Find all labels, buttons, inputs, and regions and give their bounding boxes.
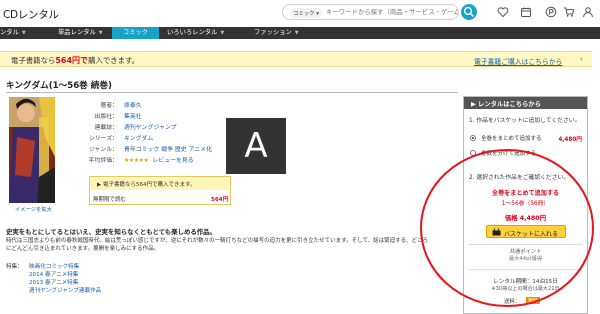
step2-label: 2. 選択された作品をご確認ください。 <box>469 175 570 181</box>
ebook-notice-price: 564円で <box>55 56 89 65</box>
category-nav: ンタル ▼ 単品レンタル ▼ コミック いろいろレンタル ▼ ファッション ▼ <box>0 27 600 39</box>
rental-period-note: ※30冊以上の場合は最大21日 <box>491 286 560 292</box>
user-icon[interactable] <box>582 6 594 18</box>
option-all-volumes-price: 4,480円 <box>558 137 582 143</box>
search-icon <box>463 6 474 17</box>
publisher-label: 出版社： <box>94 114 118 120</box>
genre-links[interactable]: 青年コミック 戦争 歴史 アニメ化 <box>124 144 212 153</box>
selected-price: 価格 4,480円 <box>504 215 546 222</box>
description-headline: 史実をもとにしてるとはいえ、史実を知らなくともとても楽しめる作品。 <box>6 228 216 236</box>
ebook-unlimited-label[interactable]: 無期限で読む <box>93 195 126 203</box>
magazine-link[interactable]: 週刊ヤングジャンプ <box>124 122 177 131</box>
series-link[interactable]: キングダム <box>124 133 153 142</box>
selected-option: 全巻をまとめて追加する <box>491 190 560 197</box>
letter-a: A <box>244 126 268 166</box>
step1-label: 1. 作品をバスケットに追加してください。 <box>469 118 581 124</box>
feature-link[interactable]: 映画化コミック特集 <box>29 262 79 270</box>
ebook-purchase-link[interactable]: 電子書籍ご購入はこちらから <box>474 56 562 66</box>
panel-divider <box>469 244 582 245</box>
heart-icon[interactable] <box>497 6 509 18</box>
option-all-volumes[interactable]: 全巻をまとめて追加する 4,480円 <box>470 132 582 145</box>
selected-volumes: 1〜56巻（56冊） <box>501 201 550 207</box>
rental-panel: ▶ レンタルはこちらから 1. 作品をバスケットに追加してください。 全巻をまと… <box>463 96 588 314</box>
description-line: 時代は三国志よりも前の春秋戦国時代。絵は荒っぽい感じですが、逆にそれが数々の一騎… <box>6 238 429 244</box>
arrow-right-icon[interactable]: › <box>580 55 583 63</box>
ebook-box-header: ▶ 電子書籍なら564円で購入できます。 <box>90 177 230 190</box>
genre-label: ジャンル： <box>88 147 118 153</box>
author-label: 著者： <box>100 103 118 109</box>
product-title: キングダム(1〜56巻 続巻) <box>6 81 112 91</box>
rating-stars: ★★★★★ <box>124 157 149 164</box>
nav-item-comic[interactable]: コミック <box>112 27 159 39</box>
panel-divider <box>469 269 582 270</box>
rating-value: ★★★★★ レビューを見る <box>124 155 194 164</box>
description-line: にどんどん引き込まれていきます。展開を楽しみにする作品。 <box>6 246 160 252</box>
site-header: CDレンタル コミック ▾ <box>0 0 600 27</box>
shipping-label: 送料： <box>504 299 521 305</box>
magazine-label: 連載誌： <box>94 125 118 131</box>
option-split-volumes[interactable]: 巻数を分けて追加する <box>470 147 582 160</box>
option-split-volumes-label: 巻数を分けて追加する <box>481 151 537 157</box>
ebook-box: ▶ 電子書籍なら564円で購入できます。 無期限で読む 564円 <box>89 176 231 205</box>
ebook-notice-bar: 電子書籍なら564円で購入できます。 電子書籍ご購入はこちらから › <box>0 51 592 67</box>
points-value: 最大44pt獲得 <box>508 256 543 262</box>
enlarge-image-link[interactable]: イメージを拡大 <box>15 205 52 213</box>
add-to-basket-button[interactable]: バスケットに入れる <box>486 225 566 238</box>
shipping-free-badge: 無料 <box>526 297 540 304</box>
nav-item-rental[interactable]: ンタル ▼ <box>0 27 48 39</box>
point-icon[interactable] <box>545 6 557 18</box>
search-category-select[interactable]: コミック ▾ <box>290 8 322 18</box>
search-input[interactable] <box>326 5 458 19</box>
radio-all-volumes[interactable] <box>470 135 476 141</box>
feature-link[interactable]: 週刊ヤングジャンプ連載作品 <box>29 286 101 294</box>
search-button[interactable] <box>461 4 477 20</box>
site-logo[interactable]: CDレンタル <box>3 7 59 22</box>
basket-icon <box>492 228 501 236</box>
nav-item-single-rental[interactable]: 単品レンタル ▼ <box>52 27 110 39</box>
cover-image[interactable] <box>9 97 55 203</box>
author-link[interactable]: 原泰久 <box>124 100 142 109</box>
title-divider <box>6 92 458 93</box>
add-to-basket-label: バスケットに入れる <box>504 231 559 238</box>
letter-a-overlay: A <box>226 118 286 174</box>
features-label: 特集： <box>6 264 23 270</box>
series-label: シリーズ： <box>88 136 118 142</box>
cart-icon[interactable] <box>563 6 575 18</box>
calendar-icon[interactable] <box>520 6 532 18</box>
option-all-volumes-label: 全巻をまとめて追加する <box>481 136 542 142</box>
ebook-notice-text: 電子書籍なら564円で購入できます。 <box>11 56 140 65</box>
search-box[interactable]: コミック ▾ <box>282 4 459 20</box>
rental-period: レンタル期間：14泊15日 <box>493 279 558 285</box>
nav-item-various-rental[interactable]: いろいろレンタル ▼ <box>167 27 247 39</box>
ebook-price: 564円 <box>211 197 229 203</box>
ebook-box-header-text: ▶ 電子書籍なら564円で購入できます。 <box>97 182 196 188</box>
rental-panel-title: ▶ レンタルはこちらから <box>471 101 542 108</box>
review-link[interactable]: レビューを見る <box>152 158 193 164</box>
radio-split-volumes[interactable] <box>470 150 476 156</box>
feature-link[interactable]: 2013 春アニメ特集 <box>29 278 78 286</box>
feature-link[interactable]: 2014 春アニメ特集 <box>29 270 78 278</box>
publisher-link[interactable]: 集英社 <box>124 111 142 120</box>
nav-item-fashion[interactable]: ファッション ▼ <box>254 27 324 39</box>
rating-label: 平均評価： <box>88 158 118 164</box>
rental-panel-header: ▶ レンタルはこちらから <box>464 97 587 109</box>
